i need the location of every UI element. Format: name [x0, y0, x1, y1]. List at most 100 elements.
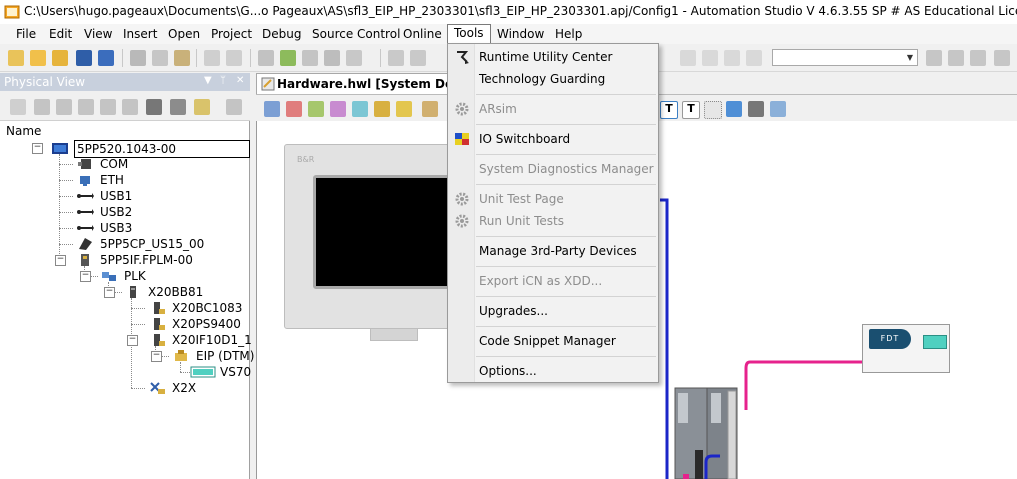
tree-node-bus-controller[interactable]: X20BC1083 — [154, 300, 242, 316]
menu-item-runtime-utility-center[interactable]: Runtime Utility Center — [449, 46, 657, 68]
new-project-icon[interactable] — [8, 50, 24, 66]
online-connect-icon[interactable] — [926, 50, 942, 66]
watch-icon[interactable] — [680, 50, 696, 66]
grid-toggle-icon[interactable] — [704, 101, 722, 119]
panel-device-image[interactable]: B&R — [284, 144, 453, 329]
monitor-icon[interactable] — [724, 50, 740, 66]
transfer-icon[interactable] — [346, 50, 362, 66]
tree-node-usb2[interactable]: USB2 — [77, 204, 132, 220]
menu-item-io-switchboard[interactable]: IO Switchboard — [449, 128, 657, 150]
copy-icon[interactable] — [152, 50, 168, 66]
menu-item-system-diagnostics-manager[interactable]: System Diagnostics Manager — [449, 158, 657, 180]
designer-tool-icon[interactable] — [352, 101, 368, 117]
tree-node-power-supply[interactable]: X20PS9400 — [154, 316, 241, 332]
menu-project[interactable]: Project — [205, 25, 258, 43]
menu-view[interactable]: View — [78, 25, 118, 43]
text-format-icon[interactable]: T — [682, 101, 700, 119]
open-project-icon[interactable] — [52, 50, 68, 66]
rebuild-icon[interactable] — [324, 50, 340, 66]
menu-open[interactable]: Open — [162, 25, 206, 43]
menu-item-manage-3rd-party-devices[interactable]: Manage 3rd-Party Devices — [449, 240, 657, 262]
menu-insert[interactable]: Insert — [117, 25, 163, 43]
menu-item-run-unit-tests[interactable]: Run Unit Tests — [449, 210, 657, 232]
pv-io-mapping-icon[interactable] — [78, 99, 94, 115]
tree-node-eth[interactable]: ETH — [80, 172, 124, 188]
tree-node-bus-base[interactable]: X20BB81 — [130, 284, 203, 300]
tree-node-memory-card[interactable]: 5PP5CP_US15_00 — [79, 236, 204, 252]
online-monitor-icon[interactable] — [994, 50, 1010, 66]
designer-tool-icon[interactable] — [264, 101, 280, 117]
tree-collapse-icon[interactable]: − — [32, 143, 43, 154]
designer-tool-icon[interactable] — [422, 101, 438, 117]
refresh-icon[interactable] — [280, 50, 296, 66]
redo-icon[interactable] — [226, 50, 242, 66]
pv-properties-icon[interactable] — [10, 99, 26, 115]
menu-online[interactable]: Online — [397, 25, 448, 43]
tree-node-com[interactable]: COM — [78, 156, 128, 172]
close-icon[interactable]: ✕ — [236, 75, 244, 86]
online-info-icon[interactable] — [970, 50, 986, 66]
pv-find-icon[interactable] — [146, 99, 162, 115]
designer-tool-icon[interactable] — [374, 101, 390, 117]
pv-io-config-icon[interactable] — [100, 99, 116, 115]
tree-node-eip-dtm[interactable]: EIP (DTM) — [175, 348, 254, 364]
x20-module-rack[interactable] — [674, 387, 738, 479]
menu-item-code-snippet-manager[interactable]: Code Snippet Manager — [449, 330, 657, 352]
tree-node-vs70[interactable]: VS70 — [190, 364, 251, 380]
menu-item-arsim[interactable]: ARsim — [449, 98, 657, 120]
tree-collapse-icon[interactable]: − — [55, 255, 66, 266]
pv-search-icon[interactable] — [34, 99, 50, 115]
menu-debug[interactable]: Debug — [256, 25, 307, 43]
text-tool-icon[interactable]: T — [660, 101, 678, 119]
menu-help[interactable]: Help — [549, 25, 588, 43]
menu-item-technology-guarding[interactable]: Technology Guarding — [449, 68, 657, 90]
configuration-combo[interactable]: ▼ — [772, 49, 918, 66]
tree-collapse-icon[interactable]: − — [80, 271, 91, 282]
menu-item-unit-test-page[interactable]: Unit Test Page — [449, 188, 657, 210]
tree-node-usb1[interactable]: USB1 — [77, 188, 132, 204]
zoom-fit-icon[interactable] — [726, 101, 742, 117]
toolbar-more-icon[interactable] — [410, 50, 426, 66]
tree-node-interface-module[interactable]: 5PP5IF.FPLM-00 — [81, 252, 193, 268]
tree-collapse-icon[interactable]: − — [127, 335, 138, 346]
pv-settings-gear-icon[interactable] — [170, 99, 186, 115]
build-icon[interactable] — [302, 50, 318, 66]
menu-item-export-icn-as-xdd[interactable]: Export iCN as XDD... — [449, 270, 657, 292]
menu-file[interactable]: File — [10, 25, 42, 43]
pv-extra-icon[interactable] — [226, 99, 242, 115]
tree-node-plk[interactable]: PLK — [102, 268, 146, 284]
trace-icon[interactable] — [702, 50, 718, 66]
tree-node-usb3[interactable]: USB3 — [77, 220, 132, 236]
designer-tool-icon[interactable] — [286, 101, 302, 117]
save-icon[interactable] — [76, 50, 92, 66]
tree-node-x2x[interactable]: X2X — [150, 380, 196, 396]
menu-item-options[interactable]: Options... — [449, 360, 657, 382]
delete-icon[interactable] — [258, 50, 274, 66]
designer-tool-icon[interactable] — [330, 101, 346, 117]
menu-window[interactable]: Window — [491, 25, 550, 43]
tree-collapse-icon[interactable]: − — [151, 351, 162, 362]
undo-icon[interactable] — [204, 50, 220, 66]
save-all-icon[interactable] — [98, 50, 114, 66]
pin-icon[interactable]: ᛘ — [220, 75, 226, 86]
tab-hardware-designer[interactable]: Hardware.hwl [System Designer] — [256, 73, 501, 94]
designer-tool-icon[interactable] — [308, 101, 324, 117]
panel-dropdown-icon[interactable]: ▼ — [204, 75, 212, 86]
menu-edit[interactable]: Edit — [43, 25, 78, 43]
pv-configuration-icon[interactable] — [56, 99, 72, 115]
menu-item-upgrades[interactable]: Upgrades... — [449, 300, 657, 322]
layout-icon[interactable] — [770, 101, 786, 117]
tree-collapse-icon[interactable]: − — [104, 287, 115, 298]
find-icon[interactable] — [748, 101, 764, 117]
lock-icon[interactable] — [396, 101, 412, 117]
paste-icon[interactable] — [174, 50, 190, 66]
tree-node-interface-card[interactable]: X20IF10D1_1 — [154, 332, 252, 348]
menu-tools[interactable]: Tools — [447, 24, 491, 44]
pv-wizard-icon[interactable] — [194, 99, 210, 115]
debug-icon[interactable] — [746, 50, 762, 66]
open-folder-icon[interactable] — [30, 50, 46, 66]
fdt-device-block[interactable]: FDT — [862, 324, 950, 373]
menu-source-control[interactable]: Source Control — [306, 25, 406, 43]
grid-icon[interactable] — [388, 50, 404, 66]
cut-icon[interactable] — [130, 50, 146, 66]
